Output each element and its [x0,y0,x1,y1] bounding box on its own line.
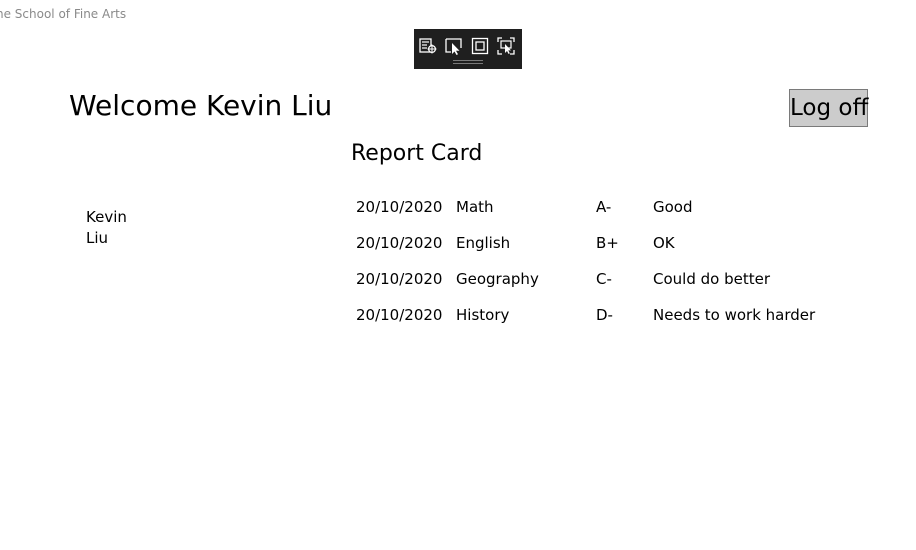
select-element-icon[interactable] [444,36,464,56]
welcome-heading: Welcome Kevin Liu [69,89,333,122]
grade-comment: Could do better [653,270,770,288]
grade-row: 20/10/2020 Math A- Good [356,196,856,232]
student-first-name: Kevin [86,208,127,226]
report-card-title: Report Card [351,141,483,166]
display-layout-adorners-icon[interactable] [470,36,490,56]
grade-subject: Geography [456,270,539,288]
grade-value: C- [596,270,612,288]
grade-date: 20/10/2020 [356,198,443,216]
grade-date: 20/10/2020 [356,234,443,252]
grades-list: 20/10/2020 Math A- Good 20/10/2020 Engli… [356,196,856,340]
grade-comment: Needs to work harder [653,306,816,324]
student-last-name: Liu [86,229,109,247]
grade-subject: Math [456,198,494,216]
student-name: Kevin Liu [86,207,127,249]
toolbar-drag-handle[interactable] [453,60,483,64]
grade-subject: History [456,306,510,324]
grade-value: D- [596,306,613,324]
log-off-button[interactable]: Log off [789,89,868,127]
window-title: he School of Fine Arts [0,7,127,21]
grade-comment: Good [653,198,693,216]
debug-toolbar [414,29,522,69]
grade-subject: English [456,234,511,252]
grade-value: B+ [596,234,619,252]
grade-date: 20/10/2020 [356,270,443,288]
grade-row: 20/10/2020 History D- Needs to work hard… [356,304,856,340]
grade-row: 20/10/2020 Geography C- Could do better [356,268,856,304]
grade-date: 20/10/2020 [356,306,443,324]
grade-comment: OK [653,234,675,252]
track-focused-element-icon[interactable] [496,36,516,56]
live-visual-tree-icon[interactable] [418,36,438,56]
app-window: he School of Fine Arts Welcome Kevin Liu… [0,0,916,550]
grade-row: 20/10/2020 English B+ OK [356,232,856,268]
grade-value: A- [596,198,612,216]
